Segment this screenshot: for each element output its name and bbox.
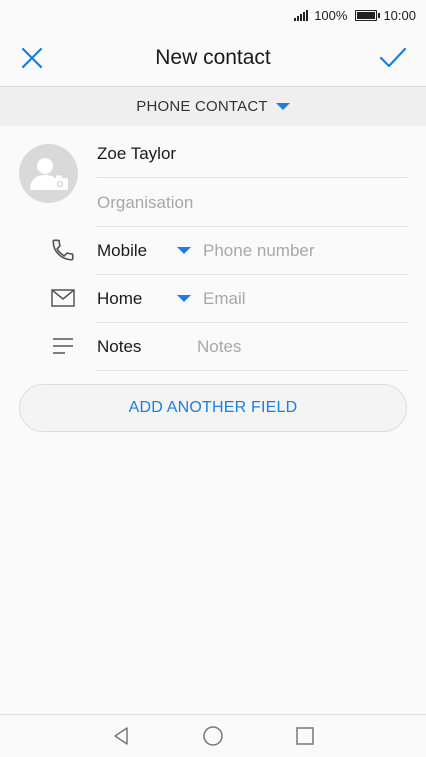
toolbar: New contact [0,30,426,86]
status-bar: 100% 10:00 [0,0,426,30]
recents-icon[interactable] [293,724,317,748]
email-type-selector[interactable]: Home [97,289,203,309]
phone-type-selector[interactable]: Mobile [97,241,203,261]
battery-percent: 100% [314,7,348,23]
phone-icon [50,237,76,263]
clock: 10:00 [383,7,416,23]
email-icon [50,285,76,311]
notes-label: Notes [97,336,142,356]
close-icon[interactable] [18,44,46,72]
dropdown-arrow-icon [275,103,290,110]
notes-input[interactable] [197,336,407,357]
notes-field-row: Notes [97,323,407,371]
phone-type-label: Mobile [97,240,148,260]
contact-photo-button[interactable] [19,144,78,203]
add-another-field-button[interactable]: ADD ANOTHER FIELD [19,384,407,432]
back-icon[interactable] [109,724,133,748]
person-camera-icon [30,158,68,190]
dropdown-arrow-icon [177,247,191,254]
add-another-field-label: ADD ANOTHER FIELD [128,399,298,416]
email-field-row: Home [97,275,407,323]
dropdown-arrow-icon [177,295,191,302]
organisation-input[interactable] [97,192,407,213]
account-label: PHONE CONTACT [136,98,268,115]
email-input[interactable] [203,288,407,309]
email-type-label: Home [97,288,143,308]
account-selector[interactable]: PHONE CONTACT [0,86,426,126]
notes-icon [50,333,76,359]
battery-icon [355,9,381,21]
home-icon[interactable] [201,724,225,748]
phone-field-row: Mobile [97,227,407,275]
phone-number-input[interactable] [203,240,407,261]
signal-icon [294,9,309,21]
name-field-row [97,130,407,178]
organisation-field-row [97,179,407,227]
check-icon[interactable] [378,44,408,72]
name-input[interactable] [97,143,407,164]
page-title: New contact [155,46,271,69]
navigation-bar [0,714,426,757]
